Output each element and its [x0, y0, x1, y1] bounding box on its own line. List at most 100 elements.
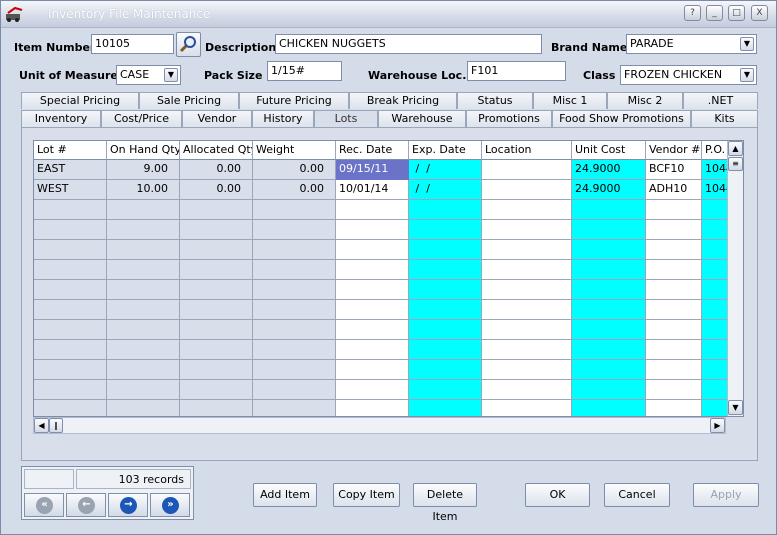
- previous-record-button[interactable]: ←: [66, 493, 106, 517]
- tab-sale-pricing[interactable]: Sale Pricing: [139, 92, 239, 109]
- table-row-empty[interactable]: [34, 260, 743, 280]
- tab-lots[interactable]: Lots: [314, 110, 378, 127]
- vertical-scrollbar[interactable]: ▲ ≡ ▼: [727, 141, 743, 416]
- header-rec-date[interactable]: Rec. Date: [336, 141, 409, 160]
- tab-inventory[interactable]: Inventory: [21, 110, 101, 127]
- table-row-empty[interactable]: [34, 280, 743, 300]
- warehouse-loc-field[interactable]: F101: [467, 61, 566, 81]
- tab-future-pricing[interactable]: Future Pricing: [239, 92, 349, 109]
- class-select[interactable]: FROZEN CHICKEN ▼: [620, 65, 757, 85]
- scroll-thumb-horizontal[interactable]: ‖: [49, 418, 63, 433]
- cell-exp-date[interactable]: / /: [409, 180, 482, 200]
- header-unit-cost[interactable]: Unit Cost: [572, 141, 646, 160]
- magnifier-icon: [179, 36, 196, 53]
- cell-lot[interactable]: WEST: [34, 180, 107, 200]
- unit-of-measure-label: Unit of Measure: [19, 69, 118, 82]
- header-exp-date[interactable]: Exp. Date: [409, 141, 482, 160]
- cell-rec-date[interactable]: 10/01/14: [336, 180, 409, 200]
- cell-exp-date[interactable]: / /: [409, 160, 482, 180]
- table-row-empty[interactable]: [34, 200, 743, 220]
- tab-kits[interactable]: Kits: [691, 110, 758, 127]
- pack-size-field[interactable]: 1/15#: [267, 61, 342, 81]
- header-vendor[interactable]: Vendor #: [646, 141, 702, 160]
- chevron-down-icon[interactable]: ▼: [740, 37, 754, 51]
- tab-status[interactable]: Status: [457, 92, 533, 109]
- header-po[interactable]: P.O.: [702, 141, 730, 160]
- cell-unit-cost[interactable]: 24.9000: [572, 180, 646, 200]
- item-number-field[interactable]: 10105: [91, 34, 174, 54]
- first-record-button[interactable]: «: [24, 493, 64, 517]
- app-icon: [6, 6, 23, 22]
- cell-on-hand[interactable]: 10.00: [107, 180, 180, 200]
- tab-break-pricing[interactable]: Break Pricing: [349, 92, 457, 109]
- header-allocated-qty[interactable]: Allocated Qty: [180, 141, 253, 160]
- ok-button[interactable]: OK: [525, 483, 590, 507]
- scroll-left-icon[interactable]: ◀: [34, 418, 49, 433]
- apply-button[interactable]: Apply: [693, 483, 759, 507]
- brand-name-select[interactable]: PARADE ▼: [626, 34, 757, 54]
- tab-vendor[interactable]: Vendor: [182, 110, 252, 127]
- help-button[interactable]: ?: [684, 5, 701, 21]
- chevron-down-icon[interactable]: ▼: [164, 68, 178, 82]
- warehouse-loc-label: Warehouse Loc.: [368, 69, 467, 82]
- tab-history[interactable]: History: [252, 110, 314, 127]
- unit-of-measure-value: CASE: [120, 68, 150, 81]
- unit-of-measure-select[interactable]: CASE ▼: [116, 65, 181, 85]
- table-row-empty[interactable]: [34, 400, 743, 416]
- tab-misc-2[interactable]: Misc 2: [607, 92, 683, 109]
- scroll-down-icon[interactable]: ▼: [728, 400, 743, 415]
- table-row[interactable]: WEST 10.00 0.00 0.00 10/01/14 / / 24.900…: [34, 180, 743, 200]
- cell-location[interactable]: [482, 180, 572, 200]
- maximize-button[interactable]: □: [728, 5, 745, 21]
- tab-misc-1[interactable]: Misc 1: [533, 92, 607, 109]
- table-row-empty[interactable]: [34, 380, 743, 400]
- table-row-empty[interactable]: [34, 340, 743, 360]
- chevron-down-icon[interactable]: ▼: [740, 68, 754, 82]
- tab-cost-price[interactable]: Cost/Price: [101, 110, 182, 127]
- cell-allocated[interactable]: 0.00: [180, 180, 253, 200]
- table-row-empty[interactable]: [34, 220, 743, 240]
- tab-promotions[interactable]: Promotions: [466, 110, 552, 127]
- cell-unit-cost[interactable]: 24.9000: [572, 160, 646, 180]
- header-weight[interactable]: Weight: [253, 141, 336, 160]
- cell-weight[interactable]: 0.00: [253, 180, 336, 200]
- add-item-button[interactable]: Add Item: [253, 483, 317, 507]
- cancel-button[interactable]: Cancel: [604, 483, 670, 507]
- description-field[interactable]: CHICKEN NUGGETS: [275, 34, 542, 54]
- cell-allocated[interactable]: 0.00: [180, 160, 253, 180]
- table-row-empty[interactable]: [34, 360, 743, 380]
- cell-weight[interactable]: 0.00: [253, 160, 336, 180]
- next-record-button[interactable]: →: [108, 493, 148, 517]
- tab-net[interactable]: .NET: [683, 92, 758, 109]
- header-lot[interactable]: Lot #: [34, 141, 107, 160]
- horizontal-scrollbar[interactable]: ◀ ‖ ▶: [33, 417, 726, 434]
- inventory-window: Inventory File Maintenance ? _ □ X Item …: [0, 0, 777, 535]
- header-on-hand-qty[interactable]: On Hand Qty: [107, 141, 180, 160]
- cell-po[interactable]: 1044: [702, 160, 730, 180]
- tab-food-show-promotions[interactable]: Food Show Promotions: [552, 110, 691, 127]
- delete-item-button[interactable]: Delete Item: [413, 483, 477, 523]
- scroll-right-icon[interactable]: ▶: [710, 418, 725, 433]
- cell-vendor[interactable]: ADH10: [646, 180, 702, 200]
- cell-location[interactable]: [482, 160, 572, 180]
- scroll-up-icon[interactable]: ▲: [728, 141, 743, 156]
- cell-rec-date[interactable]: 09/15/11: [336, 160, 409, 180]
- scroll-thumb[interactable]: ≡: [728, 157, 743, 171]
- minimize-button[interactable]: _: [706, 5, 723, 21]
- table-row-empty[interactable]: [34, 240, 743, 260]
- copy-item-button[interactable]: Copy Item: [333, 483, 400, 507]
- cell-lot[interactable]: EAST: [34, 160, 107, 180]
- cell-on-hand[interactable]: 9.00: [107, 160, 180, 180]
- table-row-empty[interactable]: [34, 300, 743, 320]
- cell-vendor[interactable]: BCF10: [646, 160, 702, 180]
- tab-special-pricing[interactable]: Special Pricing: [21, 92, 139, 109]
- search-button[interactable]: [176, 32, 201, 57]
- header-location[interactable]: Location: [482, 141, 572, 160]
- cell-po[interactable]: 1044: [702, 180, 730, 200]
- table-row[interactable]: EAST 9.00 0.00 0.00 09/15/11 / / 24.9000…: [34, 160, 743, 180]
- close-button[interactable]: X: [751, 5, 768, 21]
- table-row-empty[interactable]: [34, 320, 743, 340]
- record-position-box: [24, 469, 74, 489]
- tab-warehouse[interactable]: Warehouse: [378, 110, 466, 127]
- last-record-button[interactable]: »: [150, 493, 190, 517]
